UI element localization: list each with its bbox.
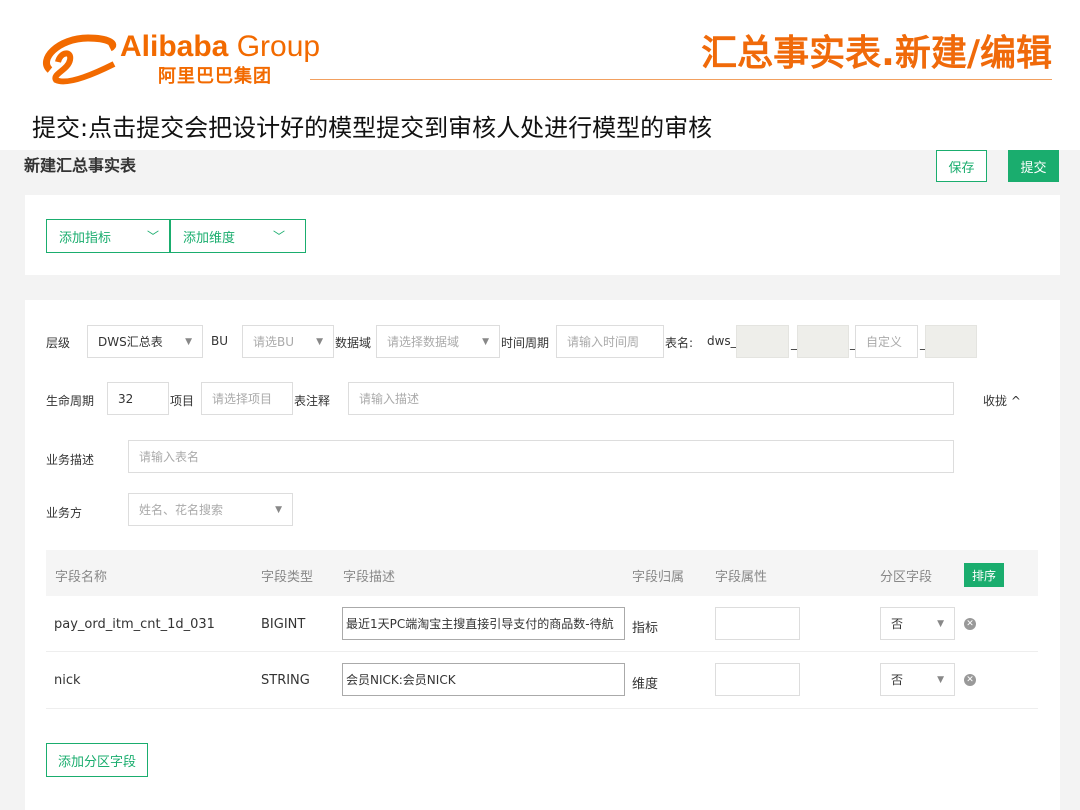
col-attr: 字段属性 xyxy=(715,570,768,585)
level-label: 层级 xyxy=(46,336,71,350)
bizowner-select[interactable]: 姓名、花名搜索 ▼ xyxy=(128,493,293,526)
field-name: nick xyxy=(54,673,81,688)
period-label: 时间周期 xyxy=(501,336,550,350)
collapse-link[interactable]: 收拢 ^ xyxy=(983,392,1021,409)
add-partition-button[interactable]: 添加分区字段 xyxy=(46,743,148,777)
save-button[interactable]: 保存 xyxy=(936,150,987,182)
comment-label: 表注释 xyxy=(294,394,331,408)
col-name: 字段名称 xyxy=(55,570,108,585)
tablename-custom-input[interactable]: 自定义 xyxy=(855,325,918,358)
field-belong: 维度 xyxy=(632,677,659,692)
col-partition: 分区字段 xyxy=(880,570,933,585)
page-title: 汇总事实表.新建/编辑 xyxy=(701,33,1052,74)
add-dimension-dropdown[interactable]: 添加维度 ﹀ xyxy=(170,219,306,253)
remove-row-icon[interactable]: ✕ xyxy=(964,618,976,630)
field-type: BIGINT xyxy=(261,617,306,632)
period-input[interactable]: 请输入时间周 xyxy=(556,325,664,358)
subtitle: 提交:点击提交会把设计好的模型提交到审核人处进行模型的审核 xyxy=(32,114,713,142)
tablename-part-3[interactable] xyxy=(925,325,977,358)
tablename-prefix: dws_ xyxy=(707,334,737,348)
domain-label: 数据域 xyxy=(335,336,372,350)
tablename-part-2[interactable] xyxy=(797,325,849,358)
lifecycle-input[interactable]: 32 xyxy=(107,382,169,415)
partition-select[interactable]: 否 ▼ xyxy=(880,663,955,696)
field-desc-input[interactable]: 会员NICK:会员NICK xyxy=(342,663,625,696)
col-desc: 字段描述 xyxy=(343,570,396,585)
bu-select[interactable]: 请选BU ▼ xyxy=(242,325,334,358)
logo-cn: 阿里巴巴集团 xyxy=(158,66,272,87)
field-desc-input[interactable]: 最近1天PC端淘宝主搜直接引导支付的商品数-待航 xyxy=(342,607,625,640)
divider xyxy=(310,79,1052,80)
bu-label: BU xyxy=(211,334,229,348)
lifecycle-label: 生命周期 xyxy=(46,394,95,408)
sort-button[interactable]: 排序 xyxy=(964,563,1004,587)
comment-input[interactable]: 请输入描述 xyxy=(348,382,954,415)
tablename-part-1[interactable] xyxy=(736,325,789,358)
col-belong: 字段归属 xyxy=(632,570,685,585)
add-metric-dropdown[interactable]: 添加指标 ﹀ xyxy=(46,219,170,253)
field-attr-input[interactable] xyxy=(715,663,800,696)
bizdesc-label: 业务描述 xyxy=(46,453,95,467)
bizowner-label: 业务方 xyxy=(46,506,83,520)
project-label: 项目 xyxy=(170,394,195,408)
logo-text: Alibaba Group xyxy=(120,30,321,63)
project-select[interactable]: 请选择项目 xyxy=(201,382,293,415)
domain-select[interactable]: 请选择数据域 ▼ xyxy=(376,325,500,358)
field-belong: 指标 xyxy=(632,621,659,636)
alibaba-logo-icon xyxy=(38,30,118,86)
remove-row-icon[interactable]: ✕ xyxy=(964,674,976,686)
tablename-label: 表名: xyxy=(665,336,694,350)
section-title: 新建汇总事实表 xyxy=(24,156,137,175)
field-attr-input[interactable] xyxy=(715,607,800,640)
col-type: 字段类型 xyxy=(261,570,314,585)
field-type: STRING xyxy=(261,673,310,688)
submit-button[interactable]: 提交 xyxy=(1008,150,1059,182)
field-name: pay_ord_itm_cnt_1d_031 xyxy=(54,617,215,632)
partition-select[interactable]: 否 ▼ xyxy=(880,607,955,640)
bizdesc-input[interactable]: 请输入表名 xyxy=(128,440,954,473)
level-select[interactable]: DWS汇总表 ▼ xyxy=(87,325,203,358)
